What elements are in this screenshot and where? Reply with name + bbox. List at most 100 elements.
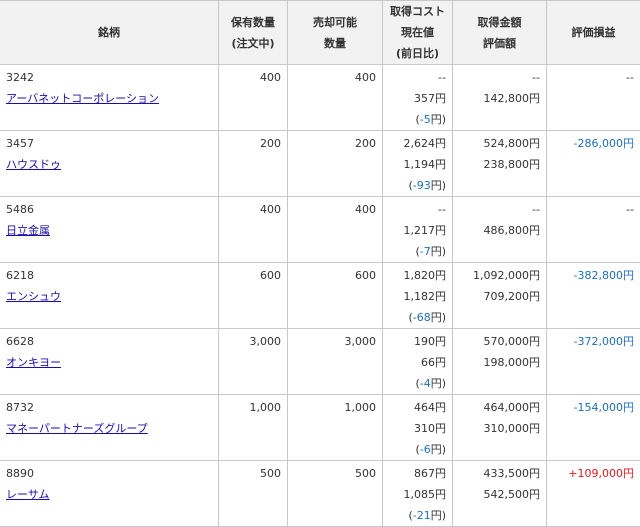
- quantity-cell: 500: [219, 461, 288, 527]
- header-amount-l2: 評価額: [453, 33, 546, 54]
- price-cell: 190円 66円 (-4円): [383, 329, 453, 395]
- sellable-cell: 500: [288, 461, 383, 527]
- holding-row: 8732 マネーパートナーズグループ 1,000 1,000 464円 310円…: [0, 395, 640, 461]
- header-price-l1: 取得コスト: [383, 1, 452, 22]
- quantity-cell: 400: [219, 65, 288, 131]
- profit-loss-cell: -154,000円: [547, 395, 640, 461]
- cost-price: --: [383, 67, 446, 88]
- profit-loss-value: --: [547, 199, 634, 220]
- profit-loss-value: --: [547, 67, 634, 88]
- stock-name-link[interactable]: 日立金属: [6, 224, 50, 237]
- sellable-cell: 3,000: [288, 329, 383, 395]
- quantity-value: 500: [219, 463, 281, 484]
- quantity-value: 200: [219, 133, 281, 154]
- holding-row: 3457 ハウスドゥ 200 200 2,624円 1,194円 (-93円) …: [0, 131, 640, 197]
- current-price: 1,085円: [383, 484, 446, 505]
- sellable-cell: 400: [288, 197, 383, 263]
- amount-cell: 1,092,000円 709,200円: [453, 263, 547, 329]
- profit-loss-cell: --: [547, 197, 640, 263]
- holding-row: 5486 日立金属 400 400 -- 1,217円 (-7円) -- 486…: [0, 197, 640, 263]
- cost-amount: 524,800円: [453, 133, 540, 154]
- cost-amount: --: [453, 199, 540, 220]
- current-price: 66円: [383, 352, 446, 373]
- price-change: (-68円): [383, 307, 446, 328]
- sellable-value: 400: [288, 67, 376, 88]
- cost-amount: 1,092,000円: [453, 265, 540, 286]
- profit-loss-value: +109,000円: [547, 463, 634, 484]
- header-quantity: 保有数量 (注文中): [219, 1, 288, 65]
- cost-price: 2,624円: [383, 133, 446, 154]
- price-change-value: -68: [413, 311, 431, 324]
- sellable-value: 400: [288, 199, 376, 220]
- price-change-value: -21: [413, 509, 431, 522]
- quantity-cell: 400: [219, 197, 288, 263]
- stock-name-link[interactable]: ハウスドゥ: [6, 158, 61, 171]
- valuation-amount: 486,800円: [453, 220, 540, 241]
- stock-name-link[interactable]: レーサム: [6, 488, 50, 501]
- profit-loss-cell: -286,000円: [547, 131, 640, 197]
- name-cell: 3242 アーバネットコーポレーション: [0, 65, 219, 131]
- valuation-amount: 310,000円: [453, 418, 540, 439]
- current-price: 1,217円: [383, 220, 446, 241]
- stock-name-link[interactable]: マネーパートナーズグループ: [6, 422, 148, 435]
- stock-code: 8732: [6, 397, 218, 418]
- cost-price: --: [383, 199, 446, 220]
- cost-price: 190円: [383, 331, 446, 352]
- header-quantity-l1: 保有数量: [219, 12, 287, 33]
- valuation-amount: 709,200円: [453, 286, 540, 307]
- profit-loss-value: -372,000円: [547, 331, 634, 352]
- price-change-value: -5: [420, 113, 431, 126]
- quantity-cell: 3,000: [219, 329, 288, 395]
- sellable-value: 600: [288, 265, 376, 286]
- quantity-cell: 1,000: [219, 395, 288, 461]
- stock-code: 5486: [6, 199, 218, 220]
- current-price: 1,182円: [383, 286, 446, 307]
- valuation-amount: 238,800円: [453, 154, 540, 175]
- price-change: (-5円): [383, 109, 446, 130]
- sellable-cell: 1,000: [288, 395, 383, 461]
- amount-cell: 433,500円 542,500円: [453, 461, 547, 527]
- header-profit-loss: 評価損益: [547, 1, 640, 65]
- quantity-value: 400: [219, 199, 281, 220]
- holding-row: 3242 アーバネットコーポレーション 400 400 -- 357円 (-5円…: [0, 65, 640, 131]
- holding-row: 6218 エンシュウ 600 600 1,820円 1,182円 (-68円) …: [0, 263, 640, 329]
- holding-row: 6628 オンキヨー 3,000 3,000 190円 66円 (-4円) 57…: [0, 329, 640, 395]
- price-cell: 1,820円 1,182円 (-68円): [383, 263, 453, 329]
- amount-cell: -- 142,800円: [453, 65, 547, 131]
- price-change-value: -6: [420, 443, 431, 456]
- sellable-cell: 400: [288, 65, 383, 131]
- cost-price: 867円: [383, 463, 446, 484]
- header-quantity-l2: (注文中): [219, 33, 287, 54]
- stock-code: 3457: [6, 133, 218, 154]
- valuation-amount: 198,000円: [453, 352, 540, 373]
- sellable-cell: 600: [288, 263, 383, 329]
- holdings-table: 銘柄 保有数量 (注文中) 売却可能 数量 取得コスト 現在値 (前日比) 取得…: [0, 0, 640, 527]
- quantity-value: 400: [219, 67, 281, 88]
- price-cell: -- 1,217円 (-7円): [383, 197, 453, 263]
- price-change-value: -7: [420, 245, 431, 258]
- price-change: (-6円): [383, 439, 446, 460]
- name-cell: 8732 マネーパートナーズグループ: [0, 395, 219, 461]
- sellable-value: 1,000: [288, 397, 376, 418]
- sellable-value: 3,000: [288, 331, 376, 352]
- stock-name-link[interactable]: アーバネットコーポレーション: [6, 92, 159, 105]
- quantity-value: 1,000: [219, 397, 281, 418]
- amount-cell: -- 486,800円: [453, 197, 547, 263]
- valuation-amount: 142,800円: [453, 88, 540, 109]
- current-price: 357円: [383, 88, 446, 109]
- sellable-value: 200: [288, 133, 376, 154]
- profit-loss-cell: -372,000円: [547, 329, 640, 395]
- stock-name-link[interactable]: オンキヨー: [6, 356, 61, 369]
- price-cell: 867円 1,085円 (-21円): [383, 461, 453, 527]
- current-price: 1,194円: [383, 154, 446, 175]
- stock-code: 3242: [6, 67, 218, 88]
- price-cell: 2,624円 1,194円 (-93円): [383, 131, 453, 197]
- cost-amount: 433,500円: [453, 463, 540, 484]
- name-cell: 3457 ハウスドゥ: [0, 131, 219, 197]
- header-row: 銘柄 保有数量 (注文中) 売却可能 数量 取得コスト 現在値 (前日比) 取得…: [0, 1, 640, 65]
- stock-name-link[interactable]: エンシュウ: [6, 290, 61, 303]
- header-price-l3: (前日比): [383, 43, 452, 64]
- amount-cell: 524,800円 238,800円: [453, 131, 547, 197]
- profit-loss-cell: -382,800円: [547, 263, 640, 329]
- price-cell: 464円 310円 (-6円): [383, 395, 453, 461]
